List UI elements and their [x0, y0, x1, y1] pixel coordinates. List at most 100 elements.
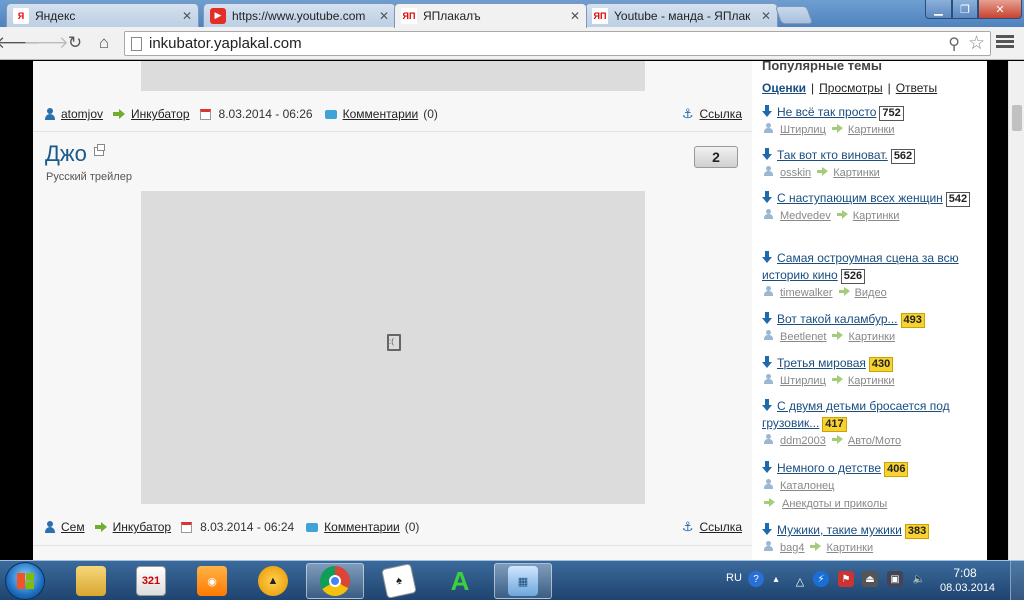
topic-item: С наступающим всех женщин 542 Medvedev Кар… — [762, 190, 977, 225]
address-url: inkubator.yaplakal.com — [149, 35, 302, 52]
tab-yaplakal[interactable]: ЯП ЯПлакалъ ✕ — [394, 3, 587, 28]
topic-link[interactable]: Третья мировая — [777, 356, 866, 370]
author-link[interactable]: atomjov — [61, 107, 103, 121]
video-embed-placeholder[interactable] — [141, 191, 645, 504]
post-title[interactable]: Джо — [45, 141, 87, 167]
author-link[interactable]: Сем — [61, 520, 85, 534]
forward-button[interactable]: 🡒 — [23, 32, 69, 54]
usb-device-icon[interactable]: ⏏ — [862, 571, 878, 587]
chrome-menu-button[interactable] — [996, 33, 1014, 53]
new-tab-button[interactable] — [774, 6, 814, 24]
video-embed-placeholder[interactable] — [141, 61, 645, 91]
topic-link[interactable]: Не всё так просто — [777, 105, 876, 119]
topic-author[interactable]: ddm2003 — [780, 435, 826, 447]
tab-strip: Я Яндекс ✕ ▶ https://www.youtube.com ✕ Я… — [0, 0, 1024, 28]
taskbar-app[interactable]: ▲ — [244, 563, 302, 599]
comments-link[interactable]: Комментарии — [324, 520, 400, 534]
taskbar-app[interactable]: 321 — [122, 563, 180, 599]
comments-link[interactable]: Комментарии — [343, 107, 419, 121]
section-link[interactable]: Инкубатор — [131, 107, 190, 121]
tab-yandex[interactable]: Я Яндекс ✕ — [6, 3, 199, 27]
topic-author[interactable]: bag4 — [780, 542, 804, 554]
page-scrollbar[interactable] — [1008, 61, 1024, 560]
topic-author[interactable]: Штирлиц — [780, 124, 826, 136]
close-tab-icon[interactable]: ✕ — [570, 9, 580, 23]
page-viewport: atomjov Инкубатор 8.03.2014 - 06:26 Комм… — [0, 61, 1024, 560]
topic-link[interactable]: Немного о детстве — [777, 461, 881, 475]
rating-badge[interactable]: 2 — [694, 146, 738, 168]
tray-expand-icon[interactable]: ▴ — [768, 571, 784, 587]
topic-category[interactable]: Картинки — [848, 375, 895, 387]
minimize-button[interactable]: ▁ — [925, 0, 952, 19]
close-tab-icon[interactable]: ✕ — [761, 9, 771, 23]
maximize-button[interactable]: ❐ — [952, 0, 978, 19]
tab-replies[interactable]: Ответы — [896, 81, 937, 95]
user-icon — [764, 286, 773, 297]
topic-author[interactable]: Каталонец — [780, 480, 834, 492]
topic-category[interactable]: Картинки — [848, 331, 895, 343]
topic-link[interactable]: С наступающим всех женщин — [777, 191, 943, 205]
tab-views[interactable]: Просмотры — [819, 81, 882, 95]
topic-link[interactable]: Так вот кто виноват. — [777, 148, 888, 162]
taskbar-app[interactable]: ♠ — [370, 563, 428, 599]
taskbar-app[interactable] — [306, 563, 364, 599]
close-tab-icon[interactable]: ✕ — [379, 9, 389, 23]
permalink[interactable]: Ссылка — [700, 520, 742, 534]
show-desktop-button[interactable] — [1010, 561, 1024, 600]
topic-author[interactable]: Beetlenet — [780, 331, 826, 343]
topic-item: Не всё так просто 752 Штирлиц Картинки — [762, 104, 977, 139]
taskbar-app[interactable] — [62, 563, 120, 599]
post-footer: Сем Инкубатор 8.03.2014 - 06:24 Коммента… — [45, 518, 742, 536]
topic-category[interactable]: Картинки — [826, 542, 873, 554]
topic-author[interactable]: osskin — [780, 167, 811, 179]
close-tab-icon[interactable]: ✕ — [182, 9, 192, 23]
topic-author[interactable]: timewalker — [780, 287, 833, 299]
topic-link[interactable]: Мужики, такие мужики — [777, 523, 902, 537]
arrow-down-icon — [762, 148, 772, 160]
system-clock[interactable]: 7:08 08.03.2014 — [940, 566, 995, 596]
network-icon[interactable]: ▣ — [887, 571, 903, 587]
topic-category[interactable]: Авто/Мото — [848, 435, 901, 447]
post-date: 8.03.2014 - 06:24 — [200, 520, 295, 534]
user-icon — [45, 108, 55, 120]
topic-category[interactable]: Картинки — [833, 167, 880, 179]
topic-category[interactable]: Картинки — [848, 124, 895, 136]
taskbar-app[interactable]: A — [431, 563, 489, 599]
help-icon[interactable]: ? — [748, 571, 764, 587]
scrollbar-thumb[interactable] — [1012, 105, 1022, 131]
topic-category[interactable]: Анекдоты и приколы — [782, 498, 887, 510]
topic-author[interactable]: Штирлиц — [780, 375, 826, 387]
start-button[interactable] — [5, 562, 45, 600]
zoom-icon[interactable]: ⚲ — [948, 34, 960, 54]
taskbar-app[interactable]: ◉ — [183, 563, 241, 599]
bookmark-star-icon[interactable]: ☆ — [968, 32, 985, 55]
tab-youtube[interactable]: ▶ https://www.youtube.com ✕ — [203, 3, 396, 27]
topic-item: Немного о детстве 406 Каталонец Анекдоты … — [762, 460, 977, 513]
topic-author[interactable]: Medvedev — [780, 210, 831, 222]
section-link[interactable]: Инкубатор — [113, 520, 172, 534]
volume-icon[interactable]: 🔈 — [911, 571, 927, 587]
action-center-icon[interactable]: ⚑ — [838, 571, 854, 587]
tab-ratings[interactable]: Оценки — [762, 81, 806, 95]
tab-title: ЯПлакалъ — [423, 9, 481, 23]
calendar-icon — [181, 521, 193, 533]
address-bar[interactable]: inkubator.yaplakal.com ⚲ ☆ — [124, 31, 991, 56]
topic-item: Так вот кто виноват. 562 osskin Картинки — [762, 147, 977, 182]
topic-category[interactable]: Видео — [855, 287, 887, 299]
topic-link[interactable]: С двумя детьми бросается под грузовик... — [762, 399, 950, 430]
show-hidden-icons[interactable]: △ — [792, 573, 808, 589]
arrow-down-icon — [762, 105, 772, 117]
language-indicator[interactable]: RU — [726, 572, 742, 584]
taskbar-app[interactable]: ▦ — [494, 563, 552, 599]
home-button[interactable]: ⌂ — [92, 32, 116, 54]
topic-link[interactable]: Вот такой каламбур... — [777, 312, 898, 326]
open-external-icon[interactable] — [94, 144, 105, 156]
close-window-button[interactable]: ✕ — [978, 0, 1022, 19]
topic-count-badge: 417 — [822, 417, 847, 432]
tab-yaplakal-youtube[interactable]: ЯП Youtube - манда - ЯПлак ✕ — [585, 3, 778, 27]
reload-button[interactable]: ↻ — [63, 32, 87, 54]
flash-update-icon[interactable]: ⚡ — [813, 571, 829, 587]
yaplakal-favicon-icon: ЯП — [592, 7, 608, 24]
topic-category[interactable]: Картинки — [853, 210, 900, 222]
permalink[interactable]: Ссылка — [700, 107, 742, 121]
